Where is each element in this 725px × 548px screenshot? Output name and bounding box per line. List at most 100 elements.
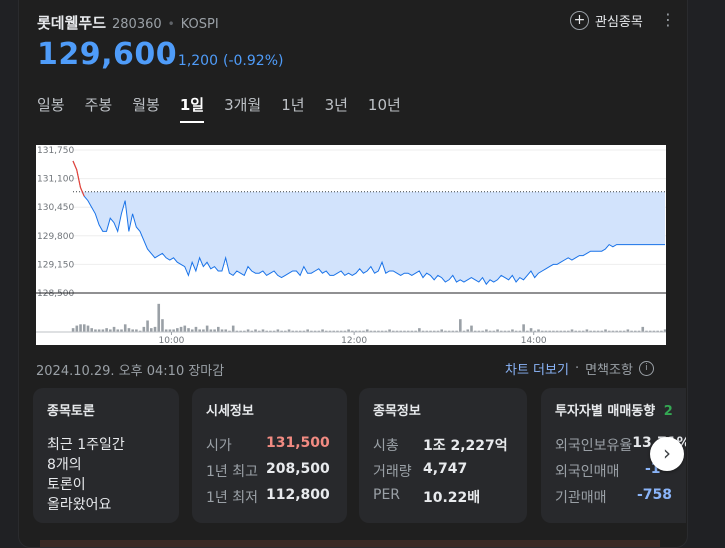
y-tick-label: 129,800 <box>37 232 74 242</box>
info-icon[interactable]: i <box>638 361 654 376</box>
info-row: 거래량 4,747 <box>373 461 513 481</box>
y-tick-label: 128,500 <box>37 289 74 299</box>
chart-more-link[interactable]: 차트 더보기 <box>505 359 569 378</box>
y-tick-label: 129,150 <box>37 260 74 270</box>
volume-bar <box>217 326 220 332</box>
volume-bar <box>205 325 209 332</box>
discussion-line: 최근 1주일간 <box>47 437 125 453</box>
volume-bar <box>470 325 473 332</box>
volume-bar <box>161 319 164 332</box>
tab-5[interactable]: 1년 <box>281 94 304 123</box>
investor-value: -758 <box>636 487 672 503</box>
discussion-panel[interactable]: 종목토론 최근 1주일간 8개의 토론이 올라왔어요 <box>33 388 179 523</box>
quote-value: 112,800 <box>266 487 330 503</box>
volume-bar <box>123 324 127 332</box>
discussion-line: 토론이 <box>47 477 86 493</box>
investor-badge: 2 <box>663 404 673 419</box>
tab-3[interactable]: 1일 <box>179 94 205 123</box>
stock-info-panel[interactable]: 종목정보 시총 1조 2,227억 거래량 4,747 PER 10.22배 <box>359 388 527 523</box>
volume-bar <box>149 328 153 332</box>
quote-title: 시세정보 <box>206 404 254 419</box>
discussion-text: 최근 1주일간 8개의 토론이 올라왔어요 <box>47 435 165 515</box>
tab-1[interactable]: 주봉 <box>85 94 113 123</box>
more-options-icon[interactable]: ⋮ <box>660 12 676 28</box>
stock-header: 롯데웰푸드 280360 • KOSPI <box>37 12 219 33</box>
volume-bar <box>176 328 179 332</box>
tab-4[interactable]: 3개월 <box>224 94 261 123</box>
discussion-title: 종목토론 <box>47 404 95 419</box>
tab-7[interactable]: 10년 <box>368 94 401 123</box>
volume-bar <box>418 328 421 332</box>
tab-6[interactable]: 3년 <box>325 94 348 123</box>
volume-bar <box>90 328 94 332</box>
info-row: 시총 1조 2,227억 <box>373 435 513 455</box>
volume-bar <box>641 326 645 332</box>
watchlist-label: 관심종목 <box>595 15 643 30</box>
stock-name[interactable]: 롯데웰푸드 <box>37 12 106 33</box>
quote-value: 208,500 <box>266 461 330 477</box>
quote-key: 시가 <box>206 438 232 454</box>
volume-bar <box>79 324 82 332</box>
investor-key: 외국인매매 <box>555 464 620 480</box>
disclaimer-link[interactable]: 면책조항 <box>585 359 633 378</box>
volume-bar <box>194 326 198 332</box>
volume-bar <box>105 328 108 332</box>
change-amount: 1,200 <box>177 53 219 69</box>
info-key: 시총 <box>373 438 399 454</box>
separator-dot: • <box>167 17 175 31</box>
next-section-edge <box>40 540 660 547</box>
volume-bar <box>179 326 183 332</box>
volume-bar <box>112 326 116 332</box>
quote-panel[interactable]: 시세정보 시가 131,500 1년 최고 208,500 1년 최저 112,… <box>192 388 347 523</box>
y-tick-label: 131,750 <box>37 146 74 156</box>
stock-info-title: 종목정보 <box>373 404 421 419</box>
info-value: 10.22배 <box>423 490 481 506</box>
separator-dot: · <box>574 361 580 376</box>
y-tick-label: 131,100 <box>37 175 74 185</box>
down-arrow-icon: ▼ <box>166 56 173 66</box>
y-tick-label: 130,450 <box>37 203 74 213</box>
volume-bar <box>153 326 157 332</box>
info-value: 4,747 <box>423 461 468 477</box>
investor-title-text: 투자자별 매매동향 <box>555 404 656 419</box>
x-tick-label: 14:00 <box>521 336 547 345</box>
info-key: PER <box>373 487 401 503</box>
discussion-line: 8개의 <box>47 457 82 473</box>
investor-row: 기관매매 -758 <box>555 487 672 507</box>
watchlist-button[interactable]: + 관심종목 <box>570 11 643 30</box>
investor-key: 외국인보유율 <box>555 438 633 454</box>
volume-bar <box>86 325 90 332</box>
x-tick-label: 12:00 <box>341 336 367 345</box>
quote-row: 시가 131,500 <box>206 435 333 455</box>
price-chart[interactable]: 131,750 131,100 130,450 129,800 129,150 128,5… <box>36 145 666 345</box>
quote-row: 1년 최저 112,800 <box>206 487 333 507</box>
next-panel-button[interactable]: › <box>650 437 684 471</box>
tab-2[interactable]: 월봉 <box>132 94 160 123</box>
x-tick-label: 10:00 <box>158 336 184 345</box>
price-change: ▼ 1,200 (-0.92%) <box>166 53 283 69</box>
volume-bar <box>142 326 146 332</box>
volume-bar <box>157 303 161 332</box>
current-price: 129,600 <box>37 37 178 72</box>
volume-bar <box>187 328 190 332</box>
stock-code: 280360 <box>112 17 162 32</box>
market-timestamp: 2024.10.29. 오후 04:10 장마감 <box>36 364 225 379</box>
volume-bar <box>183 325 187 332</box>
volume-bar <box>146 320 149 332</box>
quote-value: 131,500 <box>266 435 330 451</box>
info-key: 거래량 <box>373 464 412 480</box>
change-percent: (-0.92%) <box>223 53 284 69</box>
quote-row: 1년 최고 208,500 <box>206 461 333 481</box>
info-row: PER 10.22배 <box>373 487 513 507</box>
discussion-line: 올라왔어요 <box>47 497 112 513</box>
quote-key: 1년 최고 <box>206 464 258 480</box>
volume-bar <box>459 319 462 332</box>
volume-bar <box>522 324 525 332</box>
volume-bar <box>127 328 131 332</box>
volume-bar <box>71 328 75 332</box>
investor-title: 투자자별 매매동향 2 <box>555 400 673 419</box>
quote-key: 1년 최저 <box>206 490 258 506</box>
tab-0[interactable]: 일봉 <box>37 94 65 123</box>
period-tabs: 일봉 주봉 월봉 1일 3개월 1년 3년 10년 <box>37 94 421 123</box>
area-fill <box>73 191 665 285</box>
